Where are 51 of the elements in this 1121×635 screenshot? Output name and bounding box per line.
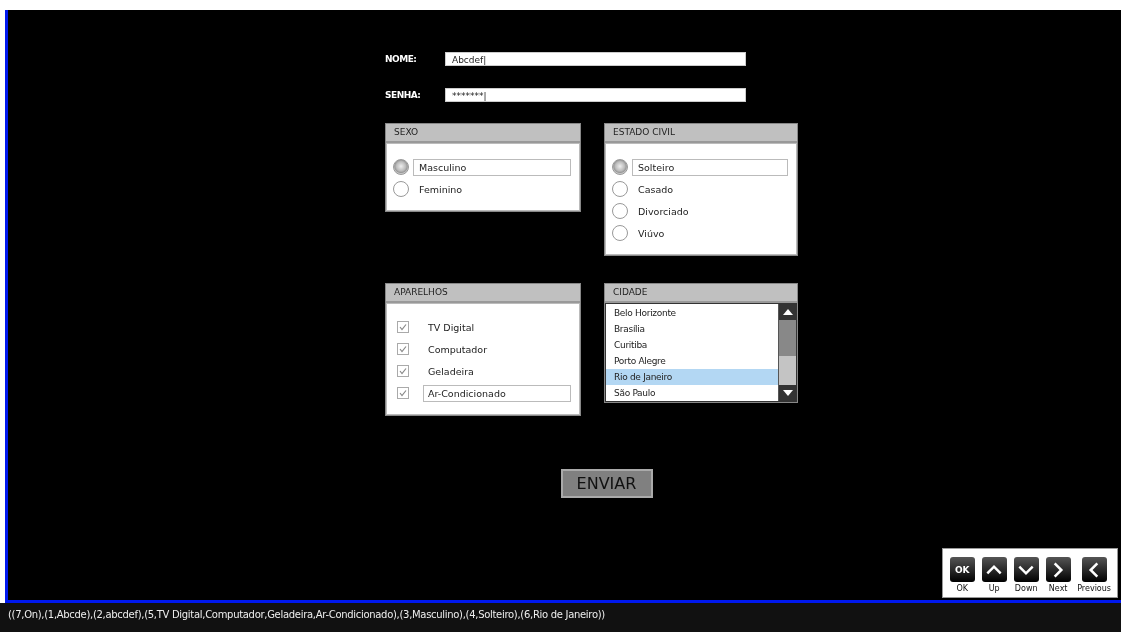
group-title: SEXO [386, 124, 580, 143]
field-label: SENHA: [385, 90, 422, 100]
list-item[interactable]: Porto Alegre [606, 353, 778, 369]
button-caption: OK [956, 584, 968, 593]
list-item[interactable]: Curitiba [606, 337, 778, 353]
input-field[interactable]: Abcdef| [445, 52, 746, 66]
group-title: ESTADO CIVIL [605, 124, 797, 143]
radio-button[interactable] [393, 181, 409, 197]
button-caption: Down [1014, 584, 1038, 593]
radio-button[interactable] [393, 159, 409, 175]
next-button[interactable] [1045, 557, 1071, 582]
city-list[interactable]: Belo Horizonte Brasília Curitiba Porto Alegre Rio de Janeiro São Paulo [606, 304, 796, 401]
previous-button[interactable] [1081, 557, 1107, 582]
button-caption: Previous [1077, 584, 1111, 593]
option-label: Solteiro [632, 158, 788, 176]
option-label: TV Digital [427, 320, 476, 335]
radio-button[interactable] [612, 181, 628, 197]
scroll-up-icon[interactable] [779, 304, 796, 320]
option-label: Divorciado [637, 204, 690, 219]
checkbox[interactable] [397, 321, 409, 333]
option-label: Geladeira [427, 364, 475, 379]
option-label: Masculino [413, 158, 571, 176]
radio-button[interactable] [612, 225, 628, 241]
button-caption: Up [988, 584, 1000, 593]
field-label: NOME: [385, 54, 418, 64]
list-item[interactable]: Belo Horizonte [606, 305, 778, 321]
checkbox[interactable] [397, 387, 409, 399]
up-button[interactable] [981, 557, 1007, 582]
radio-button[interactable] [612, 203, 628, 219]
down-button[interactable] [1013, 557, 1039, 582]
submit-button[interactable]: ENVIAR [560, 469, 653, 498]
option-label: Casado [637, 182, 675, 197]
scroll-down-icon[interactable] [779, 385, 796, 401]
ok-button[interactable]: OK [949, 557, 975, 582]
list-item[interactable]: Rio de Janeiro [606, 369, 778, 385]
checkbox[interactable] [397, 343, 409, 355]
radio-button[interactable] [612, 159, 628, 175]
option-label: Feminino [418, 182, 464, 197]
option-label: Viúvo [637, 226, 666, 241]
button-caption: Next [1048, 584, 1068, 593]
status-text: ((7,On),(1,Abcde),(2,abcdef),(5,TV Digital,Computador,Geladeira,Ar-Condicionado),(3,Masculino),(4,Solteiro),(6,Rio de Janeiro)) [0, 603, 1121, 632]
list-item[interactable]: Brasília [606, 321, 778, 337]
scrollbar[interactable] [778, 304, 796, 401]
group-title: APARELHOS [386, 284, 580, 303]
checkbox[interactable] [397, 365, 409, 377]
input-field[interactable]: *******| [445, 88, 746, 102]
option-label: Ar-Condicionado [423, 384, 571, 402]
scroll-thumb[interactable] [779, 320, 796, 356]
option-label: Computador [427, 342, 489, 357]
group-title: CIDADE [605, 284, 797, 303]
list-item[interactable]: São Paulo [606, 385, 778, 401]
